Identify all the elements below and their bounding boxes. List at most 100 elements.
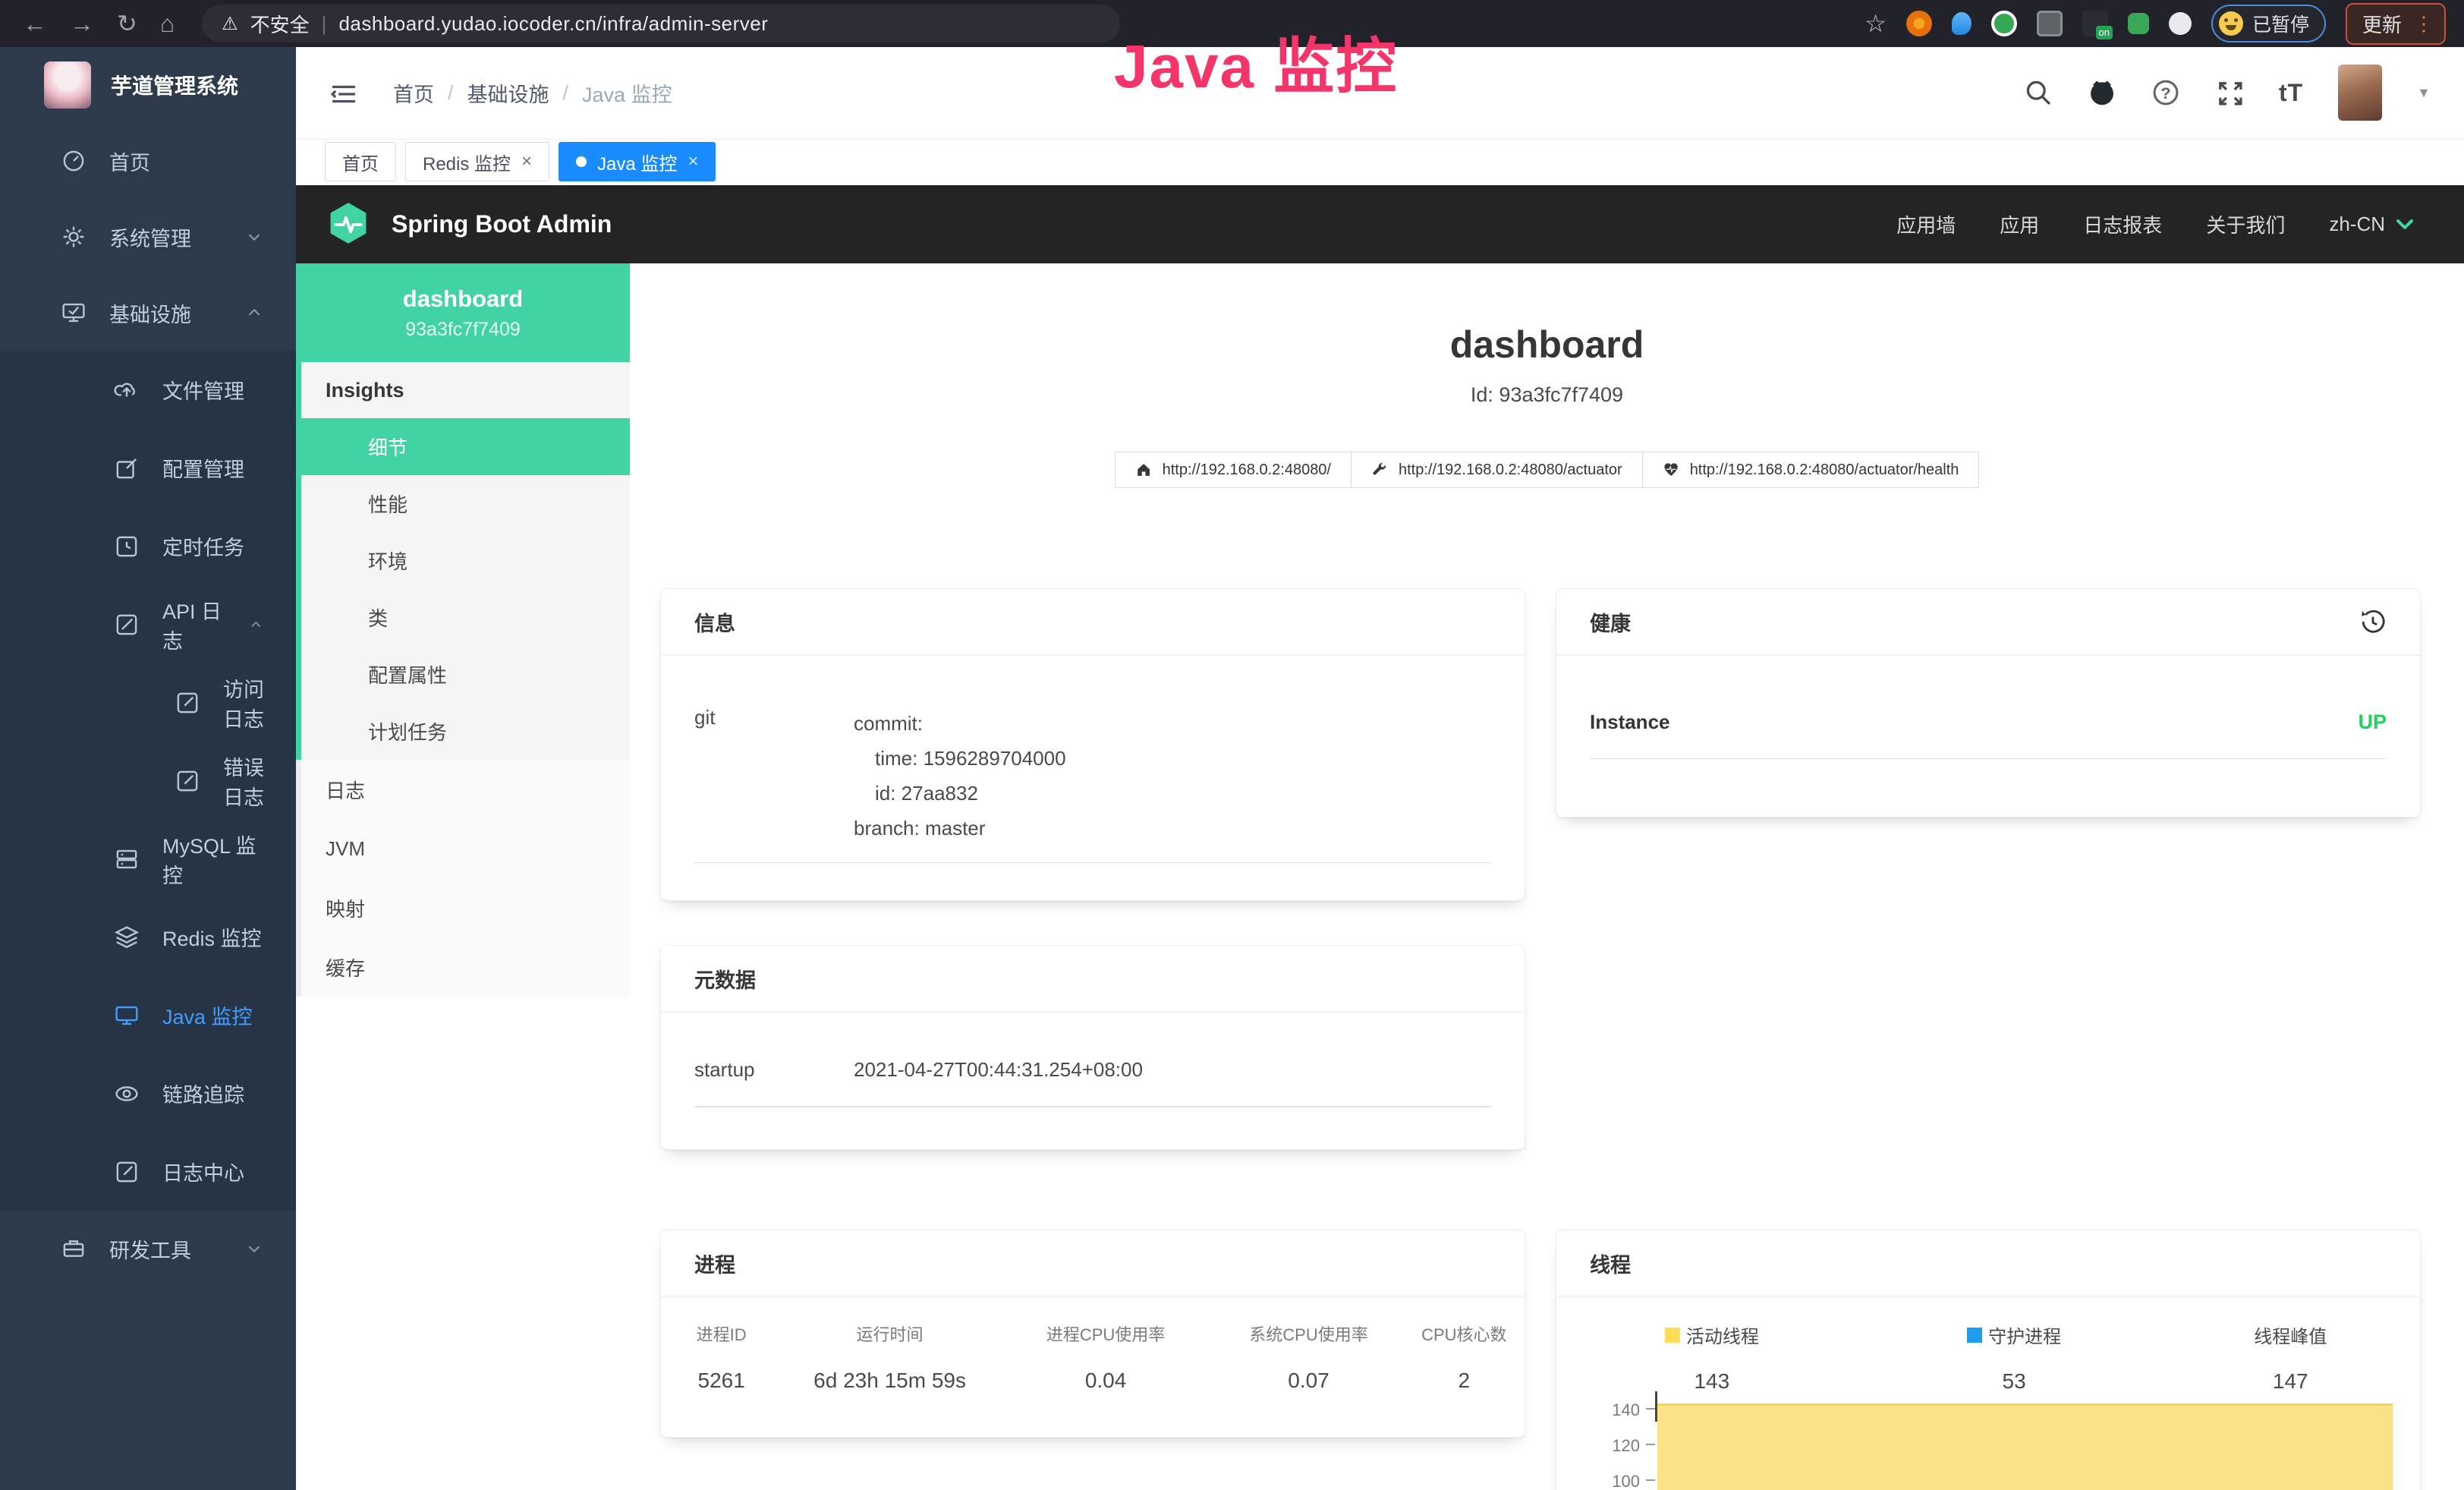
breadcrumb: 首页 / 基础设施 / Java 监控 (393, 78, 672, 108)
git-info-value: commit: time: 1596289704000 id: 27aa832 … (854, 706, 1066, 846)
extension-icon[interactable] (1906, 11, 1932, 36)
monitor-check-icon (61, 300, 87, 326)
browser-forward-icon[interactable]: → (70, 11, 94, 36)
row-label: startup (694, 1058, 854, 1082)
sba-nav-journal[interactable]: 日志报表 (2083, 210, 2162, 238)
home-icon (1135, 461, 1152, 478)
endpoint-home-button[interactable]: http://192.168.0.2:48080/ (1115, 452, 1352, 488)
sidebar-item-devtools[interactable]: 研发工具 (0, 1211, 296, 1287)
fullscreen-icon[interactable] (2215, 78, 2244, 107)
active-dot (576, 156, 587, 167)
breadcrumb-home[interactable]: 首页 (393, 78, 434, 108)
history-icon[interactable] (2359, 608, 2387, 635)
close-icon[interactable]: × (688, 151, 698, 172)
sba-item-classes[interactable]: 类 (301, 589, 630, 646)
app-logo-row[interactable]: 芋道管理系统 (0, 47, 296, 123)
chevron-down-icon (244, 227, 264, 247)
process-cpu-value: 0.04 (998, 1369, 1214, 1393)
sba-nav-applications[interactable]: 应用 (2000, 210, 2039, 238)
extension-icon[interactable] (1991, 11, 2017, 36)
extension-icon[interactable] (2128, 13, 2149, 34)
sba-item-configprops[interactable]: 配置属性 (301, 646, 630, 703)
sba-item-logs[interactable]: 日志 (301, 760, 630, 819)
sidebar-item-label: 定时任务 (162, 531, 244, 561)
avatar[interactable] (2338, 65, 2382, 121)
browser-reload-icon[interactable]: ↻ (117, 11, 137, 36)
bookmark-star-icon[interactable]: ☆ (1865, 9, 1887, 38)
sba-brand-title[interactable]: Spring Boot Admin (392, 210, 612, 238)
sidebar-item-java[interactable]: Java 监控 (0, 976, 296, 1054)
sba-item-metrics[interactable]: 性能 (301, 475, 630, 532)
sidebar-item-config[interactable]: 配置管理 (0, 429, 296, 507)
extension-icon[interactable] (2037, 11, 2063, 36)
process-card: 进程 进程ID 运行时间 进程CPU使用率 系统CPU使用率 CPU核心数 52… (660, 1230, 1525, 1438)
legend-swatch-daemon (1967, 1328, 1982, 1343)
update-button[interactable]: 更新 ⋮ (2346, 3, 2446, 45)
wrench-icon (1371, 461, 1388, 478)
log-edit-icon (175, 768, 200, 794)
endpoint-url: http://192.168.0.2:48080/ (1163, 461, 1331, 479)
annotation-text: Java 监控 (1114, 33, 1398, 100)
browser-home-icon[interactable]: ⌂ (160, 11, 175, 36)
sidebar-item-files[interactable]: 文件管理 (0, 351, 296, 429)
address-bar[interactable]: ⚠ 不安全 | dashboard.yudao.iocoder.cn/infra… (202, 5, 1120, 43)
sba-item-environment[interactable]: 环境 (301, 532, 630, 589)
sidebar-item-jobs[interactable]: 定时任务 (0, 507, 296, 585)
chevron-up-icon (248, 615, 264, 635)
instance-name: dashboard (403, 285, 523, 313)
sidebar-item-access-log[interactable]: 访问日志 (0, 663, 296, 742)
instance-id: 93a3fc7f7409 (405, 319, 521, 341)
github-icon[interactable] (2088, 78, 2116, 107)
endpoint-health-button[interactable]: http://192.168.0.2:48080/actuator/health (1642, 452, 1980, 488)
sba-item-caches[interactable]: 缓存 (301, 937, 630, 997)
git-id-line: id: 27aa832 (854, 776, 1066, 811)
close-icon[interactable]: × (521, 151, 532, 172)
paused-badge[interactable]: 已暂停 (2211, 5, 2326, 43)
sidebar-item-system[interactable]: 系统管理 (0, 199, 296, 275)
sidebar-item-infra[interactable]: 基础设施 (0, 275, 296, 351)
tab-home[interactable]: 首页 (325, 142, 396, 181)
health-card-body: Instance UP (1556, 656, 2420, 759)
app-logo (44, 61, 91, 109)
tab-redis[interactable]: Redis 监控 × (405, 142, 549, 181)
extension-icon[interactable]: on (2082, 11, 2108, 36)
extension-icon[interactable] (1952, 12, 1972, 35)
browser-back-icon[interactable]: ← (23, 11, 47, 36)
sba-language-select[interactable]: zh-CN (2329, 213, 2415, 236)
sba-content: dashboard Id: 93a3fc7f7409 http://192.16… (630, 263, 2464, 1490)
sidebar-item-mysql[interactable]: MySQL 监控 (0, 820, 296, 898)
table-row: startup 2021-04-27T00:44:31.254+08:00 (694, 1058, 1491, 1107)
column-header: CPU核心数 (1404, 1321, 1525, 1346)
extension-puzzle-icon[interactable] (2169, 12, 2192, 35)
breadcrumb-infra[interactable]: 基础设施 (467, 78, 549, 108)
sidebar-item-api-log[interactable]: API 日志 (0, 585, 296, 663)
sba-item-details[interactable]: 细节 (301, 418, 630, 475)
url-text[interactable]: dashboard.yudao.iocoder.cn/infra/admin-s… (338, 12, 768, 36)
infra-submenu: 文件管理 配置管理 定时任务 API 日志 访问日志 错误日志 (0, 351, 296, 1211)
endpoint-actuator-button[interactable]: http://192.168.0.2:48080/actuator (1351, 452, 1643, 488)
sidebar-item-label: 系统管理 (109, 222, 191, 252)
font-size-icon[interactable]: tT (2279, 79, 2303, 107)
sidebar-item-home[interactable]: 首页 (0, 123, 296, 199)
sidebar-item-log-center[interactable]: 日志中心 (0, 1132, 296, 1211)
briefcase-icon (61, 1236, 87, 1262)
help-icon[interactable]: ? (2151, 78, 2180, 107)
security-label[interactable]: 不安全 (250, 10, 310, 38)
sba-item-scheduled-tasks[interactable]: 计划任务 (301, 703, 630, 760)
sidebar-item-error-log[interactable]: 错误日志 (0, 742, 296, 820)
sidebar-item-redis[interactable]: Redis 监控 (0, 898, 296, 976)
tab-java[interactable]: Java 监控 × (559, 142, 716, 181)
sba-nav-wallboard[interactable]: 应用墙 (1896, 210, 1956, 238)
edit-square-icon (114, 455, 140, 481)
chevron-down-icon (244, 1239, 264, 1258)
card-title-text: 线程 (1590, 1249, 1631, 1278)
hamburger-icon[interactable] (329, 80, 358, 106)
browser-menu-icon[interactable]: ⋮ (2414, 12, 2434, 36)
instance-header[interactable]: dashboard 93a3fc7f7409 (296, 263, 630, 362)
sba-item-jvm[interactable]: JVM (301, 819, 630, 878)
search-icon[interactable] (2024, 78, 2053, 107)
sidebar-item-tracing[interactable]: 链路追踪 (0, 1054, 296, 1132)
sba-nav-about[interactable]: 关于我们 (2206, 210, 2285, 238)
chevron-down-icon[interactable]: ▼ (2417, 85, 2431, 101)
sba-item-mappings[interactable]: 映射 (301, 878, 630, 937)
